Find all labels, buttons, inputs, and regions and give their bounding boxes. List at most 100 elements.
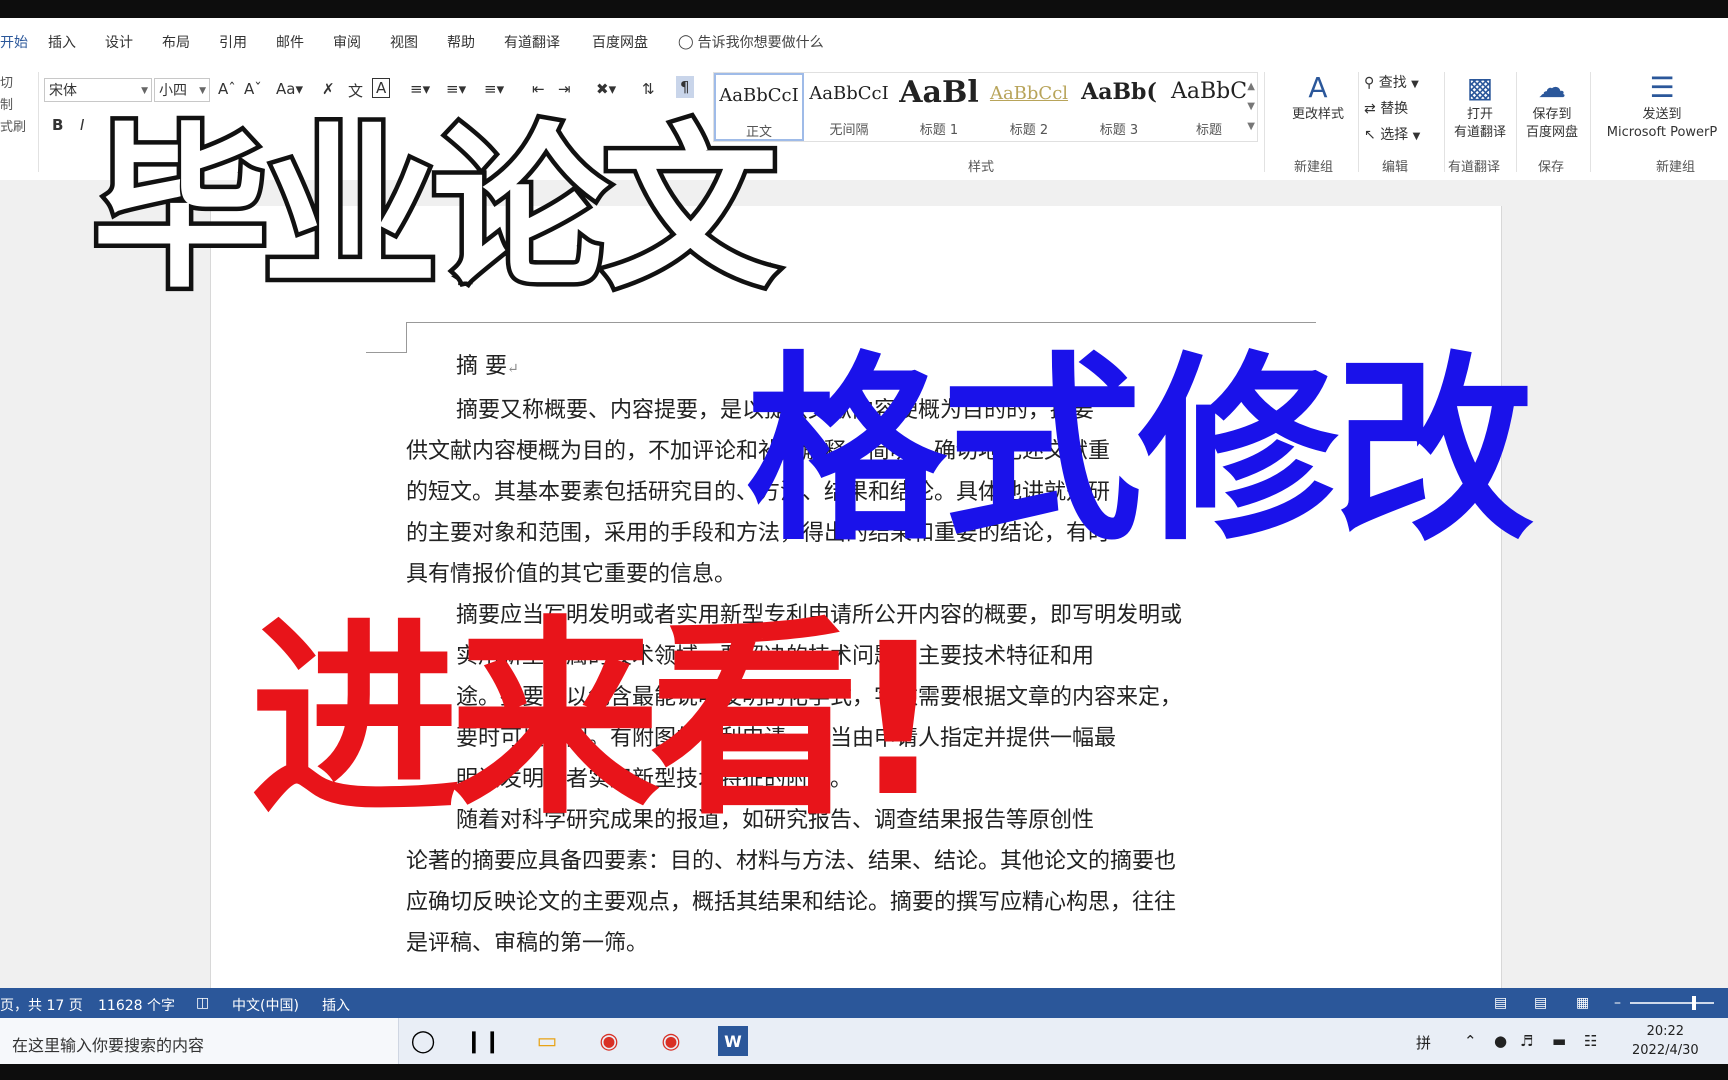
style-name: 无间隔 — [829, 123, 869, 138]
file-explorer-icon[interactable]: ▭ — [532, 1026, 562, 1056]
taskbar-search-placeholder: 在这里输入你要搜索的内容 — [12, 1036, 205, 1055]
tab-youdao[interactable]: 有道翻译 — [504, 32, 560, 52]
styles-gallery: AaBbCcI 正文 AaBbCcI 无间隔 AaBl 标题 1 AaBbCcl… — [713, 72, 1258, 142]
doc-line: 论著的摘要应具备四要素：目的、材料与方法、结果、结论。其他论文的摘要也 — [406, 849, 1177, 874]
style-sample: AaBl — [899, 75, 979, 110]
style-name: 标题 2 — [1009, 123, 1049, 138]
top-black-bar — [0, 0, 1728, 18]
phonetic-guide-icon[interactable]: 文 — [348, 80, 363, 101]
status-bar: 页，共 17 页 11628 个字 ◫ 中文(中国) 插入 ▤ ▤ ▦ – — [0, 988, 1728, 1018]
font-name-select[interactable]: 宋体 ▼ — [44, 78, 152, 102]
tab-baidu[interactable]: 百度网盘 — [592, 32, 648, 52]
tab-layout[interactable]: 布局 — [162, 32, 190, 52]
tab-references[interactable]: 引用 — [219, 32, 247, 52]
bullets-icon[interactable]: ≡▾ — [410, 80, 430, 98]
language-indicator[interactable]: 中文(中国) — [232, 995, 299, 1015]
chevron-down-icon: ▼ — [199, 86, 206, 96]
header-line — [406, 322, 1316, 323]
chevron-up-icon[interactable]: ⌃ — [1464, 1032, 1477, 1050]
search-icon: ⚲ — [1364, 75, 1375, 91]
change-styles-icon: A — [1308, 71, 1328, 104]
tell-me-box[interactable]: ◯ 告诉我你想要做什么 — [678, 32, 824, 52]
font-name-value: 宋体 — [49, 83, 77, 99]
decrease-indent-icon[interactable]: ⇤ — [532, 80, 545, 98]
print-layout-icon[interactable]: ▤ — [1534, 995, 1547, 1011]
tab-home[interactable]: 开始 — [0, 32, 28, 52]
style-heading-1[interactable]: AaBl 标题 1 — [894, 73, 984, 141]
ime-indicator[interactable]: 拼 — [1416, 1032, 1431, 1053]
chrome-icon[interactable]: ◉ — [594, 1026, 624, 1056]
increase-indent-icon[interactable]: ⇥ — [558, 80, 571, 98]
tab-view[interactable]: 视图 — [390, 32, 418, 52]
translate-icon: ▩ — [1466, 71, 1494, 104]
grow-font-icon[interactable]: Aˆ — [218, 80, 236, 98]
save-baidu-button[interactable]: ☁ 保存到 百度网盘 — [1516, 70, 1588, 142]
read-mode-icon[interactable]: ▤ — [1494, 995, 1507, 1011]
cloud-icon: ☁ — [1538, 71, 1566, 104]
youdao-group-label: 有道翻译 — [1448, 160, 1501, 175]
doc-line: 应确切反映论文的主要观点，概括其结果和结论。摘要的撰写应精心构思，往往 — [406, 890, 1177, 915]
tab-design[interactable]: 设计 — [105, 32, 133, 52]
sort-icon[interactable]: ⇅ — [642, 80, 655, 98]
tab-review[interactable]: 审阅 — [333, 32, 361, 52]
divider — [1590, 72, 1591, 172]
gallery-scroll[interactable]: ▲ ▼ ▼ — [1247, 77, 1255, 137]
network-icon[interactable]: ☷ — [1584, 1032, 1597, 1050]
send-powerpoint-button[interactable]: ☰ 发送到 Microsoft PowerP — [1596, 70, 1728, 142]
word-icon[interactable]: W — [718, 1026, 748, 1056]
tab-mailings[interactable]: 邮件 — [276, 32, 304, 52]
new-group-label-2: 新建组 — [1656, 160, 1696, 175]
cortana-icon[interactable]: ◯ — [408, 1026, 438, 1056]
select-button[interactable]: ↖ 选择 ▼ — [1364, 124, 1420, 144]
style-heading-2[interactable]: AaBbCcl 标题 2 — [984, 73, 1074, 141]
clear-format-icon[interactable]: ✗ — [322, 80, 335, 98]
zoom-out-icon[interactable]: – — [1614, 995, 1621, 1011]
replace-button[interactable]: ⇄ 替换 — [1364, 98, 1408, 118]
char-border-icon[interactable]: A — [372, 78, 391, 98]
tab-help[interactable]: 帮助 — [447, 32, 475, 52]
insert-mode[interactable]: 插入 — [322, 995, 350, 1015]
find-button[interactable]: ⚲ 查找 ▼ — [1364, 72, 1419, 92]
page-count[interactable]: 页，共 17 页 — [0, 995, 83, 1015]
zoom-slider-knob[interactable] — [1692, 996, 1696, 1010]
task-view-icon[interactable]: ❙❙ — [465, 1026, 502, 1056]
show-marks-icon[interactable]: ¶ — [676, 76, 694, 98]
style-heading-3[interactable]: AaBb( 标题 3 — [1074, 73, 1164, 141]
word-count[interactable]: 11628 个字 — [98, 995, 175, 1015]
style-no-spacing[interactable]: AaBbCcI 无间隔 — [804, 73, 894, 141]
microphone-icon[interactable]: ● — [1494, 1032, 1507, 1050]
divider — [1358, 72, 1359, 172]
overlay-title-come-see: 进来看! — [250, 598, 946, 843]
volume-icon[interactable]: ♬ — [1520, 1032, 1533, 1050]
tab-insert[interactable]: 插入 — [48, 32, 76, 52]
font-size-select[interactable]: 小四 ▼ — [154, 78, 210, 102]
change-case-icon[interactable]: Aa▾ — [276, 80, 303, 98]
bold-icon[interactable]: B — [52, 116, 63, 134]
zoom-slider[interactable] — [1630, 1002, 1714, 1004]
cut-button[interactable]: 切 — [0, 72, 26, 94]
ribbon-tab-bar: 开始 插入 设计 布局 引用 邮件 审阅 视图 帮助 有道翻译 百度网盘 ◯ 告… — [0, 18, 1728, 65]
proofing-icon[interactable]: ◫ — [196, 995, 209, 1011]
font-size-value: 小四 — [159, 83, 187, 99]
save-baidu-label-2: 百度网盘 — [1525, 125, 1578, 140]
copy-button[interactable]: 制 — [0, 94, 26, 116]
shrink-font-icon[interactable]: Aˇ — [244, 80, 262, 98]
clock[interactable]: 20:22 2022/4/30 — [1632, 1022, 1699, 1060]
battery-icon[interactable]: ▬ — [1552, 1032, 1566, 1050]
style-name: 标题 — [1195, 123, 1222, 138]
web-layout-icon[interactable]: ▦ — [1576, 995, 1589, 1011]
numbering-icon[interactable]: ≡▾ — [446, 80, 466, 98]
taskbar-search-box[interactable]: 在这里输入你要搜索的内容 — [0, 1018, 399, 1064]
find-label: 查找 — [1378, 75, 1407, 91]
new-group-label: 新建组 — [1294, 160, 1334, 175]
chrome-icon-2[interactable]: ◉ — [656, 1026, 686, 1056]
change-styles-button[interactable]: A 更改样式 — [1282, 70, 1354, 124]
open-youdao-button[interactable]: ▩ 打开 有道翻译 — [1444, 70, 1516, 142]
style-title[interactable]: AaBbC 标题 — [1164, 73, 1254, 141]
asian-layout-icon[interactable]: ✖▾ — [596, 80, 616, 98]
multilevel-list-icon[interactable]: ≡▾ — [484, 80, 504, 98]
italic-icon[interactable]: I — [80, 116, 84, 134]
chevron-down-icon: ▼ — [141, 86, 148, 96]
style-sample: AaBbCcl — [989, 83, 1069, 104]
format-painter-button[interactable]: 式刷 — [0, 116, 26, 138]
